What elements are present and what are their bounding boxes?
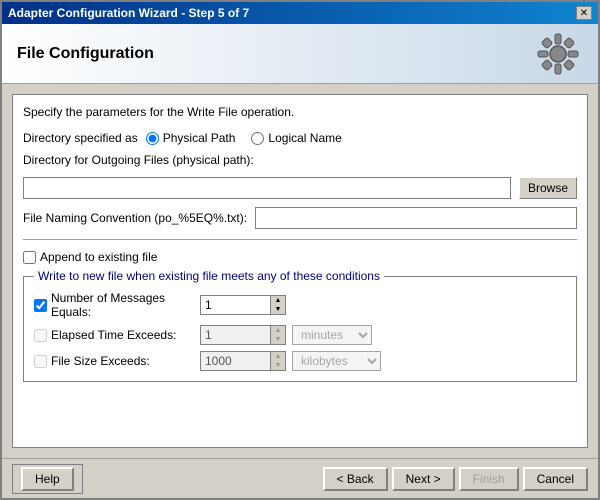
- append-label: Append to existing file: [40, 250, 157, 264]
- file-size-dropdown[interactable]: kilobytes megabytes bytes: [292, 351, 381, 371]
- content-area: Specify the parameters for the Write Fil…: [2, 84, 598, 458]
- file-size-up[interactable]: ▲: [271, 352, 285, 361]
- elapsed-time-input[interactable]: [200, 325, 270, 345]
- finish-button[interactable]: Finish: [459, 467, 519, 491]
- description-text: Specify the parameters for the Write Fil…: [23, 105, 577, 119]
- file-size-spinner: ▲ ▼: [200, 351, 286, 371]
- file-size-input[interactable]: [200, 351, 270, 371]
- page-title: File Configuration: [17, 45, 154, 63]
- num-messages-label: Number of Messages Equals:: [51, 291, 194, 319]
- file-size-checkbox[interactable]: [34, 355, 47, 368]
- num-messages-checkbox[interactable]: [34, 299, 47, 312]
- elapsed-time-spinner: ▲ ▼: [200, 325, 286, 345]
- num-messages-checkbox-label[interactable]: Number of Messages Equals:: [34, 291, 194, 319]
- close-button[interactable]: ✕: [576, 6, 592, 20]
- append-checkbox[interactable]: [23, 251, 36, 264]
- condition-row-elapsed: Elapsed Time Exceeds: ▲ ▼ minutes hours …: [34, 325, 566, 345]
- group-box-title: Write to new file when existing file mee…: [34, 269, 384, 283]
- window-title: Adapter Configuration Wizard - Step 5 of…: [8, 6, 249, 20]
- condition-row-filesize: File Size Exceeds: ▲ ▼ kilobytes megabyt…: [34, 351, 566, 371]
- file-size-checkbox-label[interactable]: File Size Exceeds:: [34, 354, 194, 368]
- help-button[interactable]: Help: [21, 467, 74, 491]
- radio-logical-label: Logical Name: [268, 131, 341, 145]
- elapsed-time-checkbox[interactable]: [34, 329, 47, 342]
- back-button[interactable]: < Back: [323, 467, 388, 491]
- footer-left: Help: [12, 464, 83, 494]
- browse-button[interactable]: Browse: [519, 177, 577, 199]
- footer: Help < Back Next > Finish Cancel: [2, 458, 598, 498]
- radio-physical-input[interactable]: [146, 132, 159, 145]
- footer-right: < Back Next > Finish Cancel: [323, 467, 588, 491]
- directory-path-input[interactable]: [23, 177, 511, 199]
- next-button[interactable]: Next >: [392, 467, 455, 491]
- directory-path-label: Directory for Outgoing Files (physical p…: [23, 153, 577, 167]
- elapsed-time-up[interactable]: ▲: [271, 326, 285, 335]
- condition-row-messages: Number of Messages Equals: ▲ ▼: [34, 291, 566, 319]
- radio-physical-label: Physical Path: [163, 131, 236, 145]
- elapsed-time-label: Elapsed Time Exceeds:: [51, 328, 176, 342]
- elapsed-time-spinner-btns: ▲ ▼: [270, 325, 286, 345]
- title-bar: Adapter Configuration Wizard - Step 5 of…: [2, 2, 598, 24]
- help-wrapper: Help: [12, 464, 83, 494]
- num-messages-spinner-btns: ▲ ▼: [270, 295, 286, 315]
- wizard-window: Adapter Configuration Wizard - Step 5 of…: [0, 0, 600, 500]
- radio-logical-input[interactable]: [251, 132, 264, 145]
- file-size-label: File Size Exceeds:: [51, 354, 150, 368]
- gear-icon: [533, 29, 583, 79]
- naming-convention-label: File Naming Convention (po_%5EQ%.txt):: [23, 211, 247, 225]
- directory-path-row: Browse: [23, 177, 577, 199]
- radio-group: Physical Path Logical Name: [146, 131, 342, 145]
- elapsed-time-dropdown[interactable]: minutes hours seconds: [292, 325, 372, 345]
- file-size-down[interactable]: ▼: [271, 361, 285, 370]
- naming-convention-row: File Naming Convention (po_%5EQ%.txt):: [23, 207, 577, 229]
- elapsed-time-checkbox-label[interactable]: Elapsed Time Exceeds:: [34, 328, 194, 342]
- conditions-group: Write to new file when existing file mee…: [23, 276, 577, 382]
- radio-physical-option[interactable]: Physical Path: [146, 131, 236, 145]
- radio-logical-option[interactable]: Logical Name: [251, 131, 341, 145]
- num-messages-spinner: ▲ ▼: [200, 295, 286, 315]
- file-size-spinner-btns: ▲ ▼: [270, 351, 286, 371]
- num-messages-down[interactable]: ▼: [271, 305, 285, 314]
- num-messages-up[interactable]: ▲: [271, 296, 285, 305]
- append-checkbox-row[interactable]: Append to existing file: [23, 250, 577, 264]
- divider: [23, 239, 577, 240]
- elapsed-time-down[interactable]: ▼: [271, 335, 285, 344]
- directory-type-label: Directory specified as: [23, 131, 138, 145]
- header: File Configuration: [2, 24, 598, 84]
- main-panel: Specify the parameters for the Write Fil…: [12, 94, 588, 448]
- cancel-button[interactable]: Cancel: [523, 467, 588, 491]
- num-messages-input[interactable]: [200, 295, 270, 315]
- naming-convention-input[interactable]: [255, 207, 577, 229]
- directory-type-row: Directory specified as Physical Path Log…: [23, 131, 577, 145]
